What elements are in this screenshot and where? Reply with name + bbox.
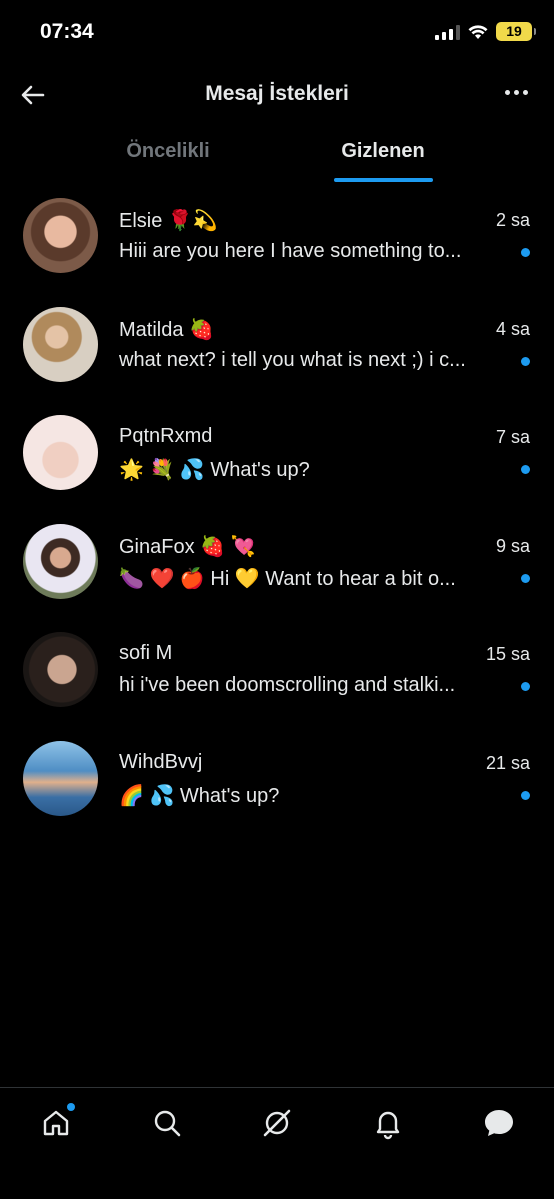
sender-name: GinaFox 🍓 💘 xyxy=(119,535,256,558)
message-preview: what next? i tell you what is next ;) i … xyxy=(119,348,466,371)
bottom-nav xyxy=(0,1087,554,1199)
message-request-list: Elsie 🌹💫 2 sa Hiii are you here I have s… xyxy=(0,192,554,843)
message-preview: 🍆 ❤️ 🍎 Hi 💛 Want to hear a bit o... xyxy=(119,567,456,590)
avatar[interactable] xyxy=(23,306,98,382)
conversation-row[interactable]: Elsie 🌹💫 2 sa Hiii are you here I have s… xyxy=(0,192,554,301)
conversation-row[interactable]: Matilda 🍓 4 sa what next? i tell you wha… xyxy=(0,301,554,410)
message-time: 21 sa xyxy=(485,752,530,773)
status-bar: 07:34 19 xyxy=(0,0,554,66)
message-preview: 🌈 💦 What's up? xyxy=(119,784,280,807)
message-time: 7 sa xyxy=(495,427,530,447)
home-icon[interactable] xyxy=(39,1103,75,1140)
message-time: 9 sa xyxy=(495,535,530,556)
search-icon[interactable] xyxy=(150,1106,184,1140)
avatar[interactable] xyxy=(23,415,98,490)
tab-bar: Öncelikli Gizlenen xyxy=(0,126,554,182)
message-preview: Hiii are you here I have something to... xyxy=(119,240,462,262)
tab-oncelikli[interactable]: Öncelikli xyxy=(68,140,268,163)
status-time: 07:34 xyxy=(40,20,94,43)
message-time: 2 sa xyxy=(495,210,530,230)
grok-icon[interactable] xyxy=(260,1106,294,1140)
avatar[interactable] xyxy=(23,740,98,816)
unread-indicator xyxy=(521,356,530,366)
unread-indicator xyxy=(521,790,530,800)
tab-gizlenen[interactable]: Gizlenen xyxy=(283,140,483,163)
messages-icon[interactable] xyxy=(482,1106,516,1140)
active-tab-indicator xyxy=(334,178,433,182)
more-options-icon[interactable] xyxy=(505,90,528,95)
home-notification-dot xyxy=(67,1103,75,1111)
sender-name: PqtnRxmd xyxy=(119,425,213,447)
battery-icon: 19 xyxy=(496,22,536,41)
conversation-row[interactable]: GinaFox 🍓 💘 9 sa 🍆 ❤️ 🍎 Hi 💛 Want to hea… xyxy=(0,518,554,627)
page-title: Mesaj İstekleri xyxy=(205,82,349,105)
cellular-signal-icon xyxy=(435,24,460,40)
conversation-row[interactable]: PqtnRxmd 7 sa 🌟 💐 💦 What's up? xyxy=(0,409,554,518)
message-time: 15 sa xyxy=(485,644,530,664)
unread-indicator xyxy=(521,465,530,474)
unread-indicator xyxy=(521,573,530,583)
sender-name: Matilda 🍓 xyxy=(119,318,214,341)
conversation-row[interactable]: WihdBvvj 21 sa 🌈 💦 What's up? xyxy=(0,735,554,844)
avatar[interactable] xyxy=(23,523,98,599)
message-time: 4 sa xyxy=(495,318,530,339)
sender-name: sofi M xyxy=(119,642,173,664)
status-icons: 19 xyxy=(435,22,536,41)
sender-name: WihdBvvj xyxy=(119,750,203,773)
message-preview: hi i've been doomscrolling and stalki... xyxy=(119,674,456,696)
sender-name: Elsie 🌹💫 xyxy=(119,210,218,232)
wifi-icon xyxy=(468,24,488,39)
message-preview: 🌟 💐 💦 What's up? xyxy=(119,459,310,481)
notifications-icon[interactable] xyxy=(371,1106,405,1140)
avatar[interactable] xyxy=(23,632,98,707)
unread-indicator xyxy=(521,682,530,691)
avatar[interactable] xyxy=(23,198,98,273)
unread-indicator xyxy=(521,248,530,257)
conversation-row[interactable]: sofi M 15 sa hi i've been doomscrolling … xyxy=(0,626,554,735)
header: Mesaj İstekleri xyxy=(0,66,554,122)
